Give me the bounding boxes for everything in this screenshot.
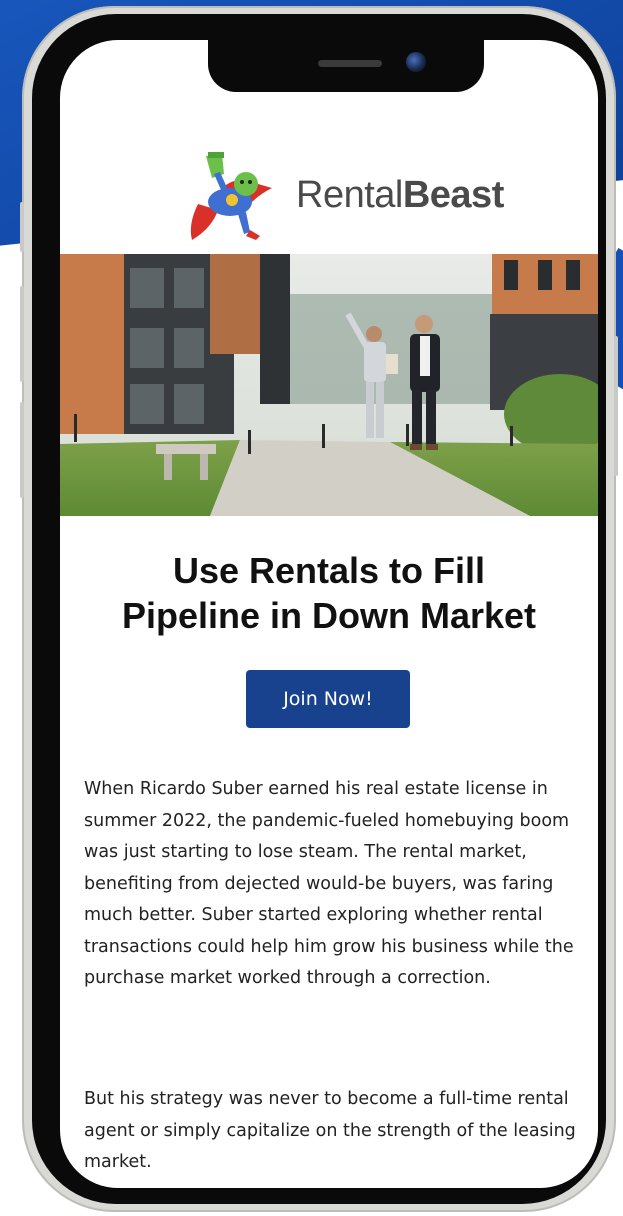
front-camera-icon (406, 52, 426, 72)
brand-logo[interactable]: RentalBeast (60, 144, 598, 248)
superhero-beast-mascot-icon (190, 152, 272, 240)
article-paragraph-2: But his strategy was never to become a f… (84, 1089, 576, 1172)
join-now-button[interactable]: Join Now! (246, 670, 410, 728)
phone-bezel: RentalBeast Use Rentals to Fill Pipeline… (32, 14, 606, 1204)
article-paragraph-1: When Ricardo Suber earned his real estat… (84, 779, 574, 988)
brand-wordmark: RentalBeast (296, 174, 504, 217)
phone-power-button (614, 336, 618, 476)
phone-frame: RentalBeast Use Rentals to Fill Pipeline… (20, 6, 618, 1212)
headline-line-1: Use Rentals to Fill (172, 550, 486, 591)
brand-name-light: Rental (296, 174, 403, 216)
email-screen: RentalBeast Use Rentals to Fill Pipeline… (60, 40, 598, 1188)
hero-image (60, 254, 598, 516)
phone-notch (208, 40, 484, 92)
phone-volume-down (20, 402, 24, 498)
headline-line-2: Pipeline in Down Market (121, 595, 537, 636)
phone-mute-switch (20, 202, 24, 252)
hero-photo-two-people-walking (60, 254, 598, 516)
phone-volume-up (20, 286, 24, 382)
speaker-grille (318, 60, 382, 67)
article-headline: Use Rentals to Fill Pipeline in Down Mar… (60, 548, 598, 638)
brand-name-bold: Beast (402, 174, 505, 216)
